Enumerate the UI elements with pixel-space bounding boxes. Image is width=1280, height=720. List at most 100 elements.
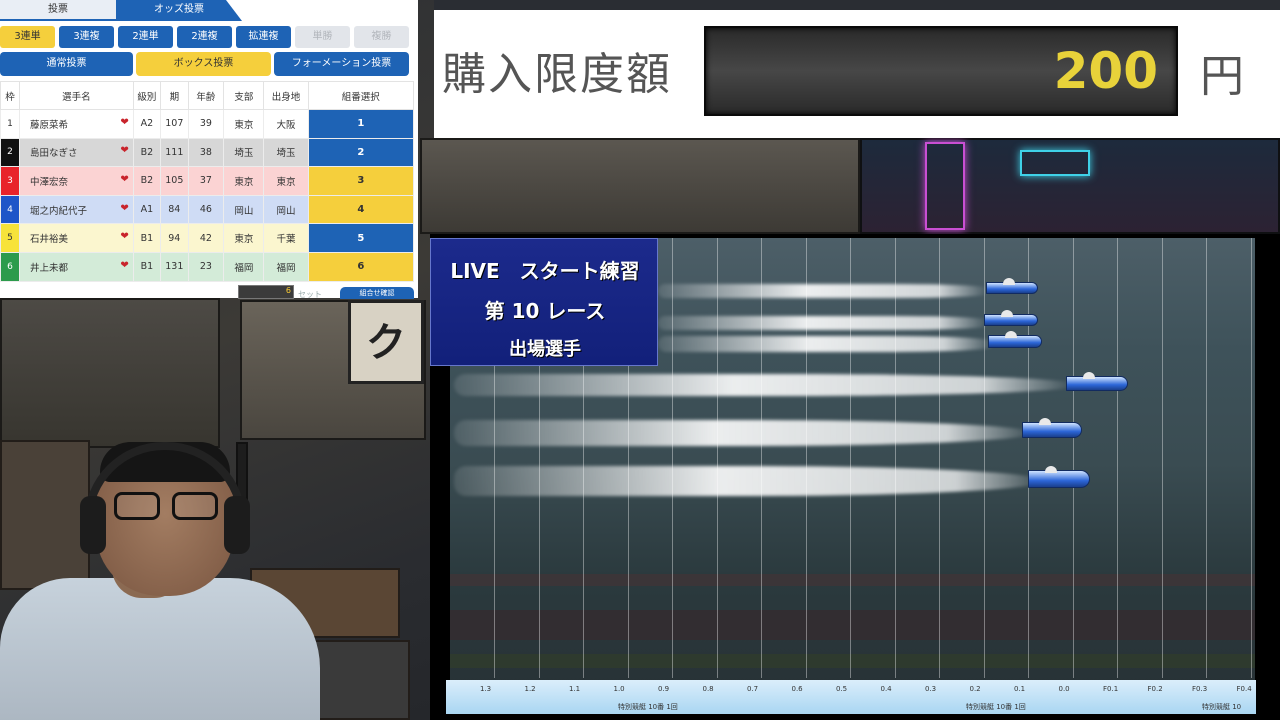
racer-age: 42 xyxy=(187,223,225,253)
frame-number: 5 xyxy=(0,223,20,253)
live-caption-line: LIVE スタート練習 xyxy=(450,259,640,283)
racer-origin: 埼玉 xyxy=(263,137,309,168)
racer-age: 38 xyxy=(187,137,225,168)
boat-wake xyxy=(658,336,994,352)
combination-check-button[interactable]: 組合せ確認 xyxy=(340,287,414,299)
favorite-heart-icon[interactable]: ❤ xyxy=(120,117,128,128)
column-header: 組番選択 xyxy=(307,81,415,110)
racer-class: B2 xyxy=(132,137,162,168)
timing-gridline xyxy=(1072,238,1074,678)
strip-caption: 特別競艇 10番 1回 xyxy=(618,703,678,711)
bet-type-button[interactable]: 3連単 xyxy=(0,26,55,48)
tab-odds-vote[interactable]: オッズ投票 xyxy=(116,0,242,21)
background-neon-sign xyxy=(1020,150,1090,176)
timing-gridline xyxy=(983,238,985,678)
racer-age: 46 xyxy=(187,194,225,225)
racer-branch: 東京 xyxy=(223,166,265,196)
timing-tick-label: 0.4 xyxy=(880,685,892,693)
background-building xyxy=(420,138,860,234)
live-caption-banner: LIVE スタート練習 第 10 レース 出場選手 xyxy=(430,238,658,366)
bet-type-button[interactable]: 拡連複 xyxy=(236,26,291,48)
favorite-heart-icon[interactable]: ❤ xyxy=(120,203,128,214)
streamer-webcam xyxy=(0,440,420,720)
timing-gridline xyxy=(939,238,940,678)
racer-origin: 大阪 xyxy=(263,109,309,139)
combination-select-button[interactable]: 6 xyxy=(307,251,415,282)
bet-type-button[interactable]: 複勝 xyxy=(354,26,409,48)
racer-class: B1 xyxy=(132,251,162,282)
racer-row: 5 石井裕美 ❤ B1 94 42 東京 千葉 5 xyxy=(0,223,415,253)
timing-gridline xyxy=(761,238,762,678)
racer-origin: 福岡 xyxy=(263,251,309,282)
background-sign: ク xyxy=(348,300,424,384)
purchase-limit-value: 200 xyxy=(1053,42,1158,100)
combination-select-button[interactable]: 1 xyxy=(307,109,415,139)
racer-class: B2 xyxy=(132,166,162,196)
combination-select-button[interactable]: 5 xyxy=(307,223,415,253)
racer-term: 131 xyxy=(160,251,189,282)
bet-type-button[interactable]: 2連複 xyxy=(177,26,232,48)
tab-vote[interactable]: 投票 xyxy=(0,0,116,21)
race-number-caption: 第 10 レース xyxy=(484,299,606,323)
racer-term: 107 xyxy=(160,109,189,139)
timing-tick-label: 0.5 xyxy=(836,685,848,693)
combination-select-button[interactable]: 2 xyxy=(307,137,415,168)
timing-tick-label: 0.2 xyxy=(969,685,981,693)
boat-wake xyxy=(454,374,1074,396)
race-boat xyxy=(1066,372,1128,391)
timing-tick-label: 1.2 xyxy=(524,685,536,693)
bet-type-button[interactable]: 単勝 xyxy=(295,26,350,48)
background-neon-sign xyxy=(925,142,965,230)
racer-name-text: 藤原菜希 xyxy=(29,119,68,131)
racer-name-text: 中澤宏奈 xyxy=(29,176,68,188)
racer-name: 藤原菜希 ❤ xyxy=(18,109,134,139)
favorite-heart-icon[interactable]: ❤ xyxy=(120,231,128,242)
racer-term: 111 xyxy=(160,137,189,168)
racer-row: 1 藤原菜希 ❤ A2 107 39 東京 大阪 1 xyxy=(0,109,415,139)
timing-gridline xyxy=(1161,238,1163,678)
racer-class: A1 xyxy=(132,194,162,225)
entrants-caption: 出場選手 xyxy=(509,339,581,360)
racer-branch: 東京 xyxy=(223,109,265,139)
timing-tick-label: 0.1 xyxy=(1014,685,1026,693)
racer-table: 枠 選手名 級別 期 年齢 支部 出身地 組番選択 1 藤原菜希 ❤ A2 107 39 東… xyxy=(0,81,415,282)
combination-count: 6 xyxy=(238,285,294,299)
favorite-heart-icon[interactable]: ❤ xyxy=(120,174,128,185)
racer-origin: 千葉 xyxy=(263,223,309,253)
racer-name: 井上未都 ❤ xyxy=(18,251,134,282)
video-edge xyxy=(1258,234,1280,720)
favorite-heart-icon[interactable]: ❤ xyxy=(120,145,128,156)
table-header-row: 枠 選手名 級別 期 年齢 支部 出身地 組番選択 xyxy=(0,81,415,110)
combination-select-button[interactable]: 4 xyxy=(307,194,415,225)
combination-unit: セット xyxy=(298,290,322,299)
column-header: 支部 xyxy=(223,81,265,110)
racer-row: 4 堀之内紀代子 ❤ A1 84 46 岡山 岡山 4 xyxy=(0,194,415,225)
live-race-video: LIVE スタート練習 第 10 レース 出場選手 1.3 1.2 1.1 1.0 0.… xyxy=(430,234,1280,720)
racer-age: 37 xyxy=(187,166,225,196)
favorite-heart-icon[interactable]: ❤ xyxy=(120,260,128,271)
race-boat xyxy=(984,310,1038,326)
racer-term: 105 xyxy=(160,166,189,196)
racer-branch: 東京 xyxy=(223,223,265,253)
combination-select-button[interactable]: 3 xyxy=(307,166,415,196)
course-band xyxy=(450,610,1255,640)
racer-branch: 埼玉 xyxy=(223,137,265,168)
bet-type-button[interactable]: 2連単 xyxy=(118,26,173,48)
timing-tick-label: 0.9 xyxy=(658,685,670,693)
racer-name: 石井裕美 ❤ xyxy=(18,223,134,253)
vote-mode-button[interactable]: 通常投票 xyxy=(0,52,133,76)
course-band xyxy=(450,574,1255,586)
timing-tick-label: F0.4 xyxy=(1236,685,1252,693)
timing-tick-label: 0.3 xyxy=(925,685,937,693)
racer-name-text: 石井裕美 xyxy=(29,234,68,246)
vote-mode-selector: 通常投票 ボックス投票 フォーメーション投票 xyxy=(0,52,418,76)
vote-mode-button[interactable]: フォーメーション投票 xyxy=(274,52,409,76)
racer-name-text: 堀之内紀代子 xyxy=(29,205,87,217)
racer-name: 中澤宏奈 ❤ xyxy=(18,166,134,196)
timing-tick-label: 1.1 xyxy=(569,685,581,693)
bet-type-button[interactable]: 3連複 xyxy=(59,26,114,48)
background-strip xyxy=(434,0,1280,10)
vote-mode-button[interactable]: ボックス投票 xyxy=(136,52,271,76)
timing-tick-label: 0.8 xyxy=(702,685,714,693)
racer-branch: 岡山 xyxy=(223,194,265,225)
